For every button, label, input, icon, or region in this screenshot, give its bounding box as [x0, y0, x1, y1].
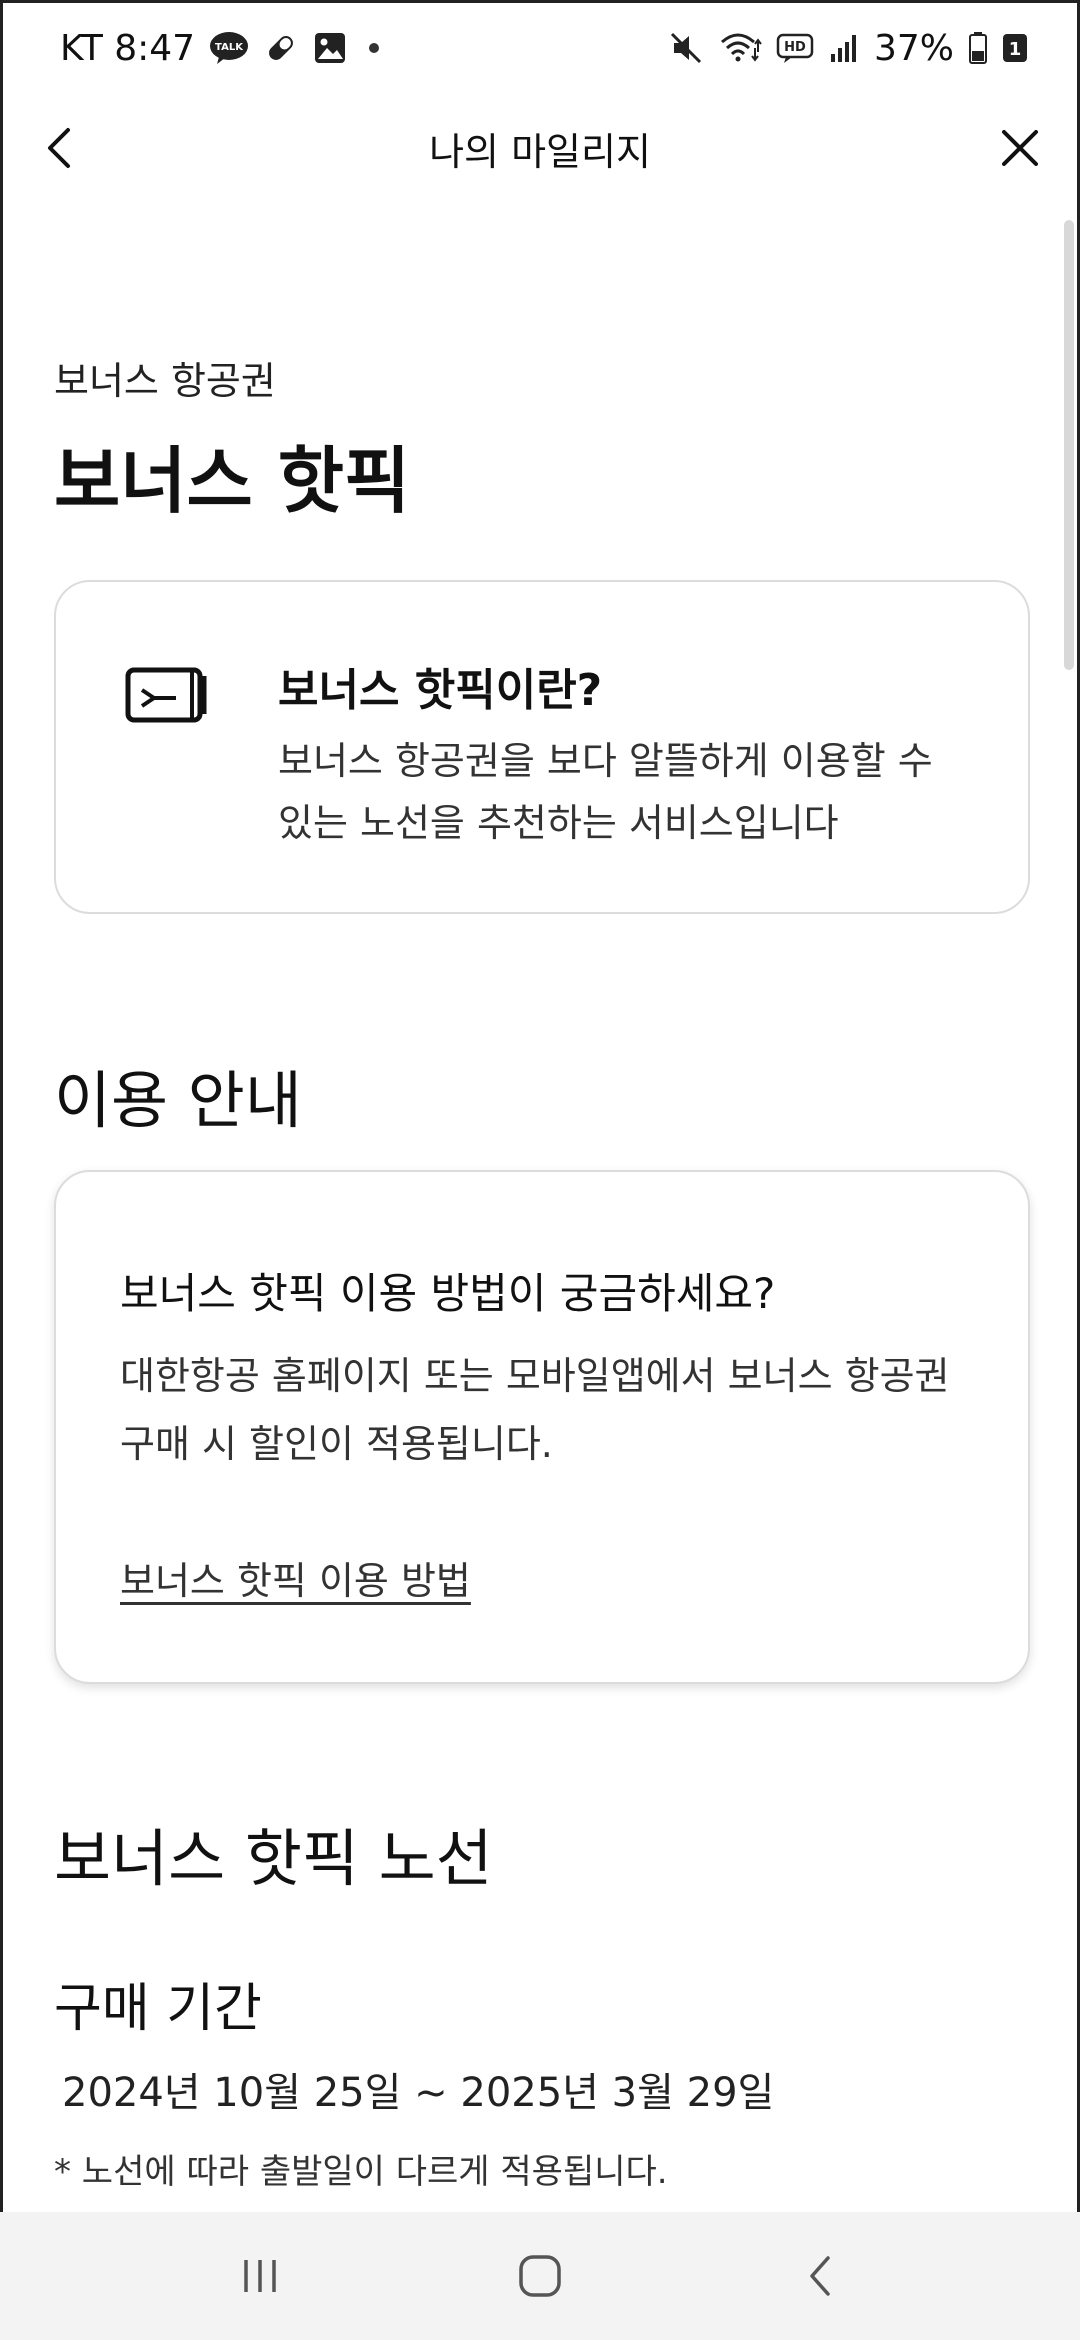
- talk-badge-text: TALK: [215, 42, 244, 53]
- carrier-time: KT 8:47: [60, 27, 196, 69]
- recent-apps-button[interactable]: [210, 2226, 310, 2326]
- status-bar: KT 8:47 TALK HD 37% 1: [0, 0, 1080, 96]
- guide-question: 보너스 핫픽 이용 방법이 궁금하세요?: [120, 1269, 776, 1318]
- purchase-period-dates: 2024년 10월 25일 ~ 2025년 3월 29일: [62, 2070, 775, 2116]
- purchase-period-label: 구매 기간: [54, 1979, 262, 2039]
- signal-icon: [828, 32, 860, 64]
- sim-number: 1: [1009, 39, 1022, 60]
- system-back-button[interactable]: [770, 2226, 870, 2326]
- routes-footnote: * 노선에 따라 출발일이 다르게 적용됩니다.: [54, 2152, 668, 2192]
- battery-icon: [968, 31, 988, 65]
- close-button[interactable]: [990, 118, 1050, 178]
- guide-description: 대한항공 홈페이지 또는 모바일앱에서 보너스 항공권 구매 시 할인이 적용됩…: [120, 1354, 950, 1466]
- kakaotalk-icon: TALK: [209, 31, 249, 65]
- back-button[interactable]: [30, 118, 90, 178]
- sim-icon: 1: [1002, 32, 1028, 64]
- page-subtitle: 보너스 항공권: [54, 359, 276, 403]
- notification-dot: [369, 43, 380, 53]
- gallery-icon: [313, 31, 347, 65]
- system-back-icon: [810, 2256, 830, 2296]
- guide-link[interactable]: 보너스 핫픽 이용 방법: [120, 1550, 471, 1605]
- status-left: KT 8:47 TALK: [60, 27, 380, 69]
- mute-icon: [668, 30, 704, 66]
- pill-icon: [263, 30, 299, 66]
- status-right: HD 37% 1: [668, 28, 1028, 69]
- home-icon: [519, 2255, 561, 2297]
- system-nav-bar: [0, 2212, 1080, 2340]
- hd-icon: HD: [776, 32, 814, 64]
- recent-apps-icon: [244, 2260, 276, 2292]
- header-title: 나의 마일리지: [429, 129, 651, 174]
- intro-card: 보너스 핫픽이란? 보너스 항공권을 보다 알뜰하게 이용할 수 있는 노선을 …: [54, 580, 1030, 914]
- intro-description: 보너스 항공권을 보다 알뜰하게 이용할 수 있는 노선을 추천하는 서비스입니…: [278, 739, 933, 845]
- page-title: 보너스 핫픽: [54, 439, 411, 523]
- guide-card: 보너스 핫픽 이용 방법이 궁금하세요? 대한항공 홈페이지 또는 모바일앱에서…: [54, 1170, 1030, 1684]
- intro-title: 보너스 핫픽이란?: [278, 665, 603, 716]
- ticket-icon: [124, 662, 210, 728]
- battery-percent: 37%: [873, 27, 954, 69]
- guide-section-title: 이용 안내: [54, 1064, 302, 1137]
- wifi-icon: [718, 30, 762, 66]
- scrollbar[interactable]: [1064, 220, 1074, 670]
- hd-badge-text: HD: [784, 40, 806, 55]
- app-header: 나의 마일리지: [0, 100, 1080, 196]
- home-button[interactable]: [490, 2226, 590, 2326]
- back-arrow-icon: [48, 128, 70, 168]
- routes-section-title: 보너스 핫픽 노선: [54, 1822, 493, 1895]
- close-icon: [1002, 130, 1038, 166]
